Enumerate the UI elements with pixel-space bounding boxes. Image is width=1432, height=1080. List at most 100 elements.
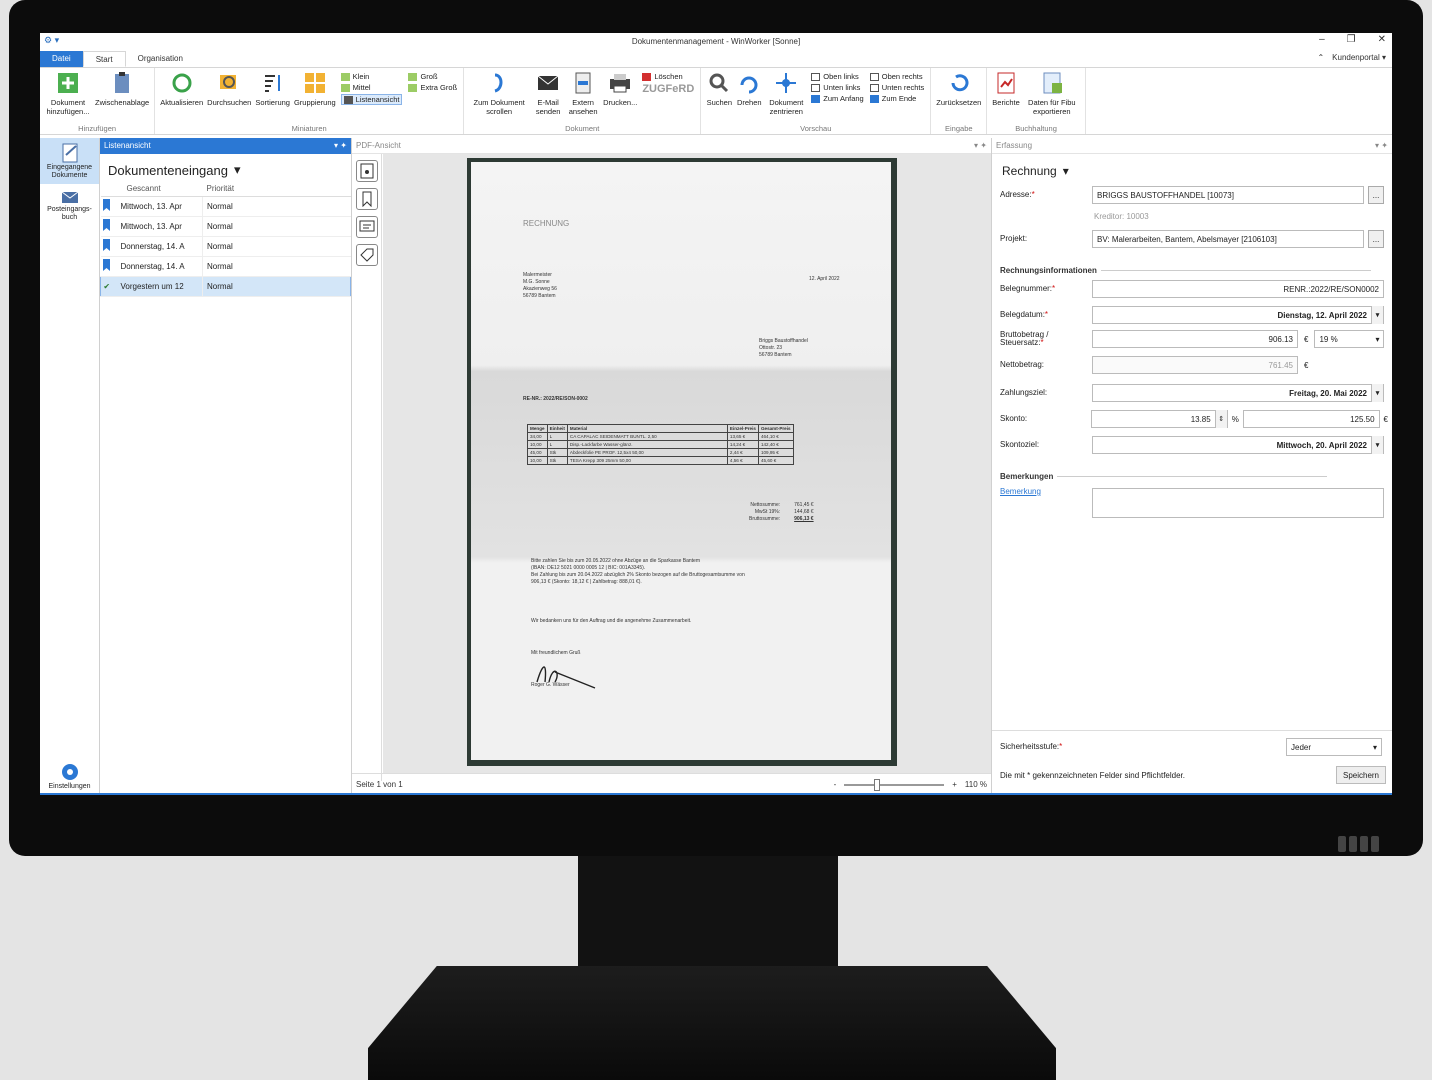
top-left-option[interactable]: Oben links xyxy=(811,72,863,81)
note-textarea[interactable] xyxy=(1092,488,1384,518)
email-button[interactable]: E-Mail senden xyxy=(531,70,565,122)
docnum-field[interactable]: RENR.:2022/RE/SON0002 xyxy=(1092,280,1384,298)
tab-organisation[interactable]: Organisation xyxy=(126,51,195,67)
view-xlarge-option[interactable]: Extra Groß xyxy=(408,83,457,92)
group-label: Dokument xyxy=(565,124,600,133)
calendar-dropdown-icon[interactable]: ▾ xyxy=(1371,436,1383,454)
window-title: Dokumentenmanagement - WinWorker [Sonne] xyxy=(631,37,801,46)
due-date-field[interactable]: Freitag, 20. Mai 2022 ▾ xyxy=(1092,384,1384,402)
table-row[interactable]: Mittwoch, 13. Apr Normal xyxy=(100,216,351,237)
address-lookup-button[interactable]: ... xyxy=(1368,186,1384,204)
refresh-button[interactable]: Aktualisieren xyxy=(158,70,205,122)
close-button[interactable]: ✕ xyxy=(1378,34,1386,45)
docdate-field[interactable]: Dienstag, 12. April 2022 ▾ xyxy=(1092,306,1384,324)
discount-percent-field[interactable]: 13.85 ⇕ xyxy=(1091,410,1228,428)
invoice-row: 45,00 Stk Abdeckfolie PE PROF. 12,5x4 50,0… xyxy=(527,448,794,457)
spinner-icon[interactable]: ⇕ xyxy=(1214,410,1227,428)
clipboard-button[interactable]: Zwischenablage xyxy=(93,70,151,122)
bookmark-icon[interactable] xyxy=(355,188,378,210)
printer-icon xyxy=(607,70,633,96)
gross-field[interactable]: 906.13 xyxy=(1092,330,1298,348)
minimize-button[interactable]: – xyxy=(1319,34,1325,45)
project-field[interactable]: BV: Malerarbeiten, Bantem, Abelsmayer [2… xyxy=(1092,230,1364,248)
note-link[interactable]: Bemerkung xyxy=(1000,488,1092,496)
table-row[interactable]: ✔ Vorgestern um 12 Normal xyxy=(100,276,351,297)
invoice-cell: 34,00 xyxy=(527,432,548,441)
invoice-total-line: MwSt 19%: 144,68 € xyxy=(754,509,814,515)
zoom-in-button[interactable]: + xyxy=(952,780,957,789)
calendar-dropdown-icon[interactable]: ▾ xyxy=(1371,306,1383,324)
export-fibu-button[interactable]: Daten für Fibu exportieren xyxy=(1022,70,1082,122)
required-fields-note: Die mit * gekennzeichneten Felder sind P… xyxy=(1000,770,1185,780)
pane-menu-icon[interactable]: ▾ ✦ xyxy=(1375,141,1388,150)
tax-rate-select[interactable]: 19 % ▾ xyxy=(1314,330,1385,348)
view-small-option[interactable]: Klein xyxy=(340,72,403,81)
group-label: Miniaturen xyxy=(291,124,327,133)
tab-start[interactable]: Start xyxy=(82,51,126,67)
tab-datei[interactable]: Datei xyxy=(40,51,83,67)
rotate-button[interactable]: Drehen xyxy=(734,70,764,122)
reports-button[interactable]: Berichte xyxy=(990,70,1022,122)
to-start-option[interactable]: Zum Anfang xyxy=(811,94,864,103)
delete-button[interactable]: Löschen xyxy=(642,72,694,81)
column-header-scanned[interactable]: Gescannt xyxy=(112,182,203,197)
bottom-left-option[interactable]: Unten links xyxy=(811,83,863,92)
thumbnail-icon[interactable] xyxy=(355,160,378,182)
document-canvas[interactable]: RECHNUNG Malermeister M.G. Sonne Akazienwe… xyxy=(383,154,991,773)
nav-settings[interactable]: Einstellungen xyxy=(40,757,99,795)
zoom-slider-thumb[interactable] xyxy=(874,778,881,791)
incoming-documents-icon xyxy=(62,143,77,163)
top-right-option[interactable]: Oben rechts xyxy=(869,72,925,81)
zoom-slider[interactable] xyxy=(844,778,945,791)
column-header-priority[interactable]: Priorität xyxy=(202,182,351,197)
refresh-icon xyxy=(169,70,195,96)
table-row[interactable]: Donnerstag, 14. A Normal xyxy=(100,256,351,277)
kundenportal-menu[interactable]: Kundenportal ▾ xyxy=(1332,53,1386,62)
comment-icon[interactable] xyxy=(355,216,378,238)
security-level-select[interactable]: Jeder ▾ xyxy=(1286,738,1382,756)
status-strip xyxy=(40,793,1392,795)
quick-access-toolbar[interactable]: ⚙ ▾ xyxy=(44,35,59,46)
pane-pin-icon[interactable]: ▾ ✦ xyxy=(334,141,347,151)
bottom-right-option[interactable]: Unten rechts xyxy=(869,83,924,92)
save-button[interactable]: Speichern xyxy=(1336,766,1386,784)
address-field[interactable]: BRIGGS BAUSTOFFHANDEL [10073] xyxy=(1092,186,1364,204)
external-view-button[interactable]: Extern ansehen xyxy=(565,70,601,122)
zugferd-button[interactable]: ZUGFeRD xyxy=(642,83,694,95)
view-large-option[interactable]: Groß xyxy=(408,72,457,81)
reset-button[interactable]: Zurücksetzen xyxy=(934,70,983,122)
group-vorschau: Suchen Drehen Dokument zentrieren Oben l… xyxy=(701,68,932,134)
table-row[interactable]: Donnerstag, 14. A Normal xyxy=(100,236,351,257)
zoom-out-button[interactable]: - xyxy=(834,780,837,789)
view-medium-option[interactable]: Mittel xyxy=(340,83,403,92)
nav-postbook[interactable]: Posteingangs-buch xyxy=(40,184,99,226)
add-document-button[interactable]: Dokument hinzufügen... xyxy=(43,70,93,122)
gear-icon xyxy=(61,764,78,780)
calendar-dropdown-icon[interactable]: ▾ xyxy=(1371,384,1383,402)
collapse-ribbon-button[interactable]: ⌃ xyxy=(1317,53,1324,62)
list-heading[interactable]: Dokumenteneingang ▾ xyxy=(100,154,351,182)
print-button[interactable]: Drucken... xyxy=(601,70,639,122)
sort-button[interactable]: Sortierung xyxy=(253,70,292,122)
maximize-button[interactable]: ❐ xyxy=(1347,34,1356,45)
discount-due-field[interactable]: Mittwoch, 20. April 2022 ▾ xyxy=(1092,436,1384,454)
scroll-to-document-button[interactable]: Zum Dokument scrollen xyxy=(467,70,531,122)
table-row[interactable]: Mittwoch, 13. Apr Normal xyxy=(100,196,351,217)
group-button[interactable]: Gruppierung xyxy=(292,70,338,122)
list-pane: Listenansicht ▾ ✦ Dokumenteneingang ▾ Gesc… xyxy=(100,138,352,795)
project-lookup-button[interactable]: ... xyxy=(1368,230,1384,248)
pane-menu-icon[interactable]: ▾ ✦ xyxy=(974,141,987,150)
mailbox-icon xyxy=(61,191,78,203)
tag-icon[interactable] xyxy=(355,244,378,266)
to-end-option[interactable]: Zum Ende xyxy=(869,94,925,103)
discount-label: Skonto: xyxy=(1000,414,1028,423)
form-pane-header: Erfassung ▾ ✦ xyxy=(992,138,1392,154)
center-document-button[interactable]: Dokument zentrieren xyxy=(764,70,808,122)
currency-label: € xyxy=(1304,360,1309,370)
discount-amount-field[interactable]: 125.50 xyxy=(1242,410,1380,428)
browse-button[interactable]: Durchsuchen xyxy=(205,70,253,122)
document-type-selector[interactable]: Rechnung ▾ xyxy=(1002,164,1069,178)
view-list-option[interactable]: Listenansicht xyxy=(340,94,403,105)
nav-incoming-documents[interactable]: Eingegangene Dokumente xyxy=(40,138,99,184)
find-button[interactable]: Suchen xyxy=(704,70,734,122)
